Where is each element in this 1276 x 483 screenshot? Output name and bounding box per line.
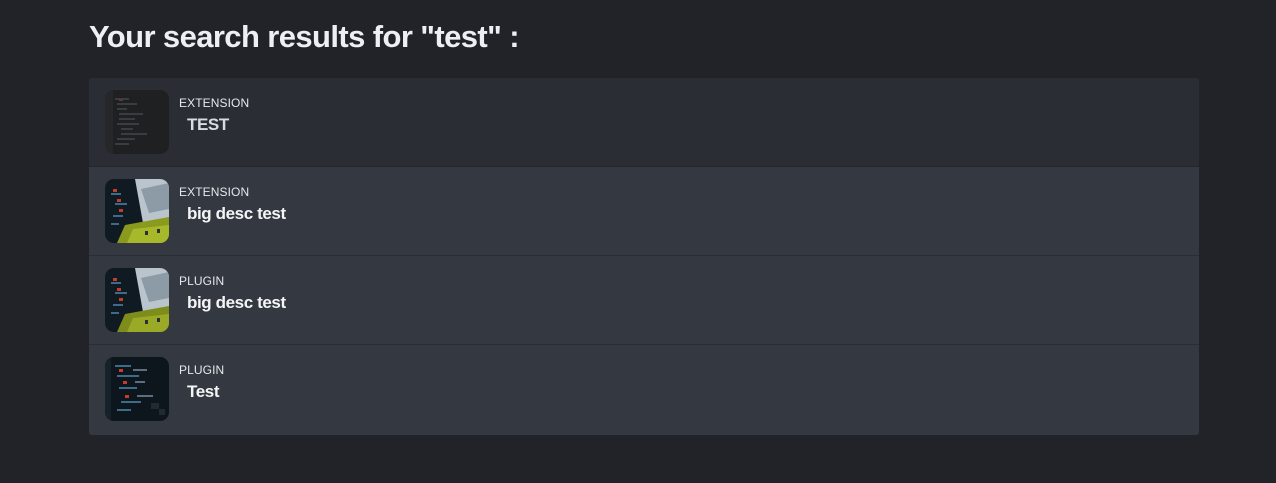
- result-type-label: PLUGIN: [179, 274, 225, 288]
- result-type-label: EXTENSION: [179, 96, 250, 110]
- code-screenshot-dark-icon: [105, 90, 169, 154]
- search-result-item[interactable]: EXTENSION big desc test: [89, 167, 1199, 256]
- search-result-item[interactable]: EXTENSION TEST: [89, 78, 1199, 167]
- code-screenshot-landscape-icon: [105, 179, 169, 243]
- result-name[interactable]: TEST: [187, 115, 229, 135]
- search-results-list: EXTENSION TEST EXTENSION big desc test P…: [89, 78, 1199, 435]
- search-result-item[interactable]: PLUGIN big desc test: [89, 256, 1199, 345]
- result-name[interactable]: big desc test: [187, 204, 286, 224]
- result-name[interactable]: Test: [187, 382, 219, 402]
- search-result-item[interactable]: PLUGIN Test: [89, 345, 1199, 435]
- result-name[interactable]: big desc test: [187, 293, 286, 313]
- result-type-label: PLUGIN: [179, 363, 225, 377]
- page-title: Your search results for "test" :: [89, 19, 520, 54]
- code-screenshot-icon: [105, 357, 169, 421]
- code-screenshot-landscape-icon: [105, 268, 169, 332]
- result-type-label: EXTENSION: [179, 185, 250, 199]
